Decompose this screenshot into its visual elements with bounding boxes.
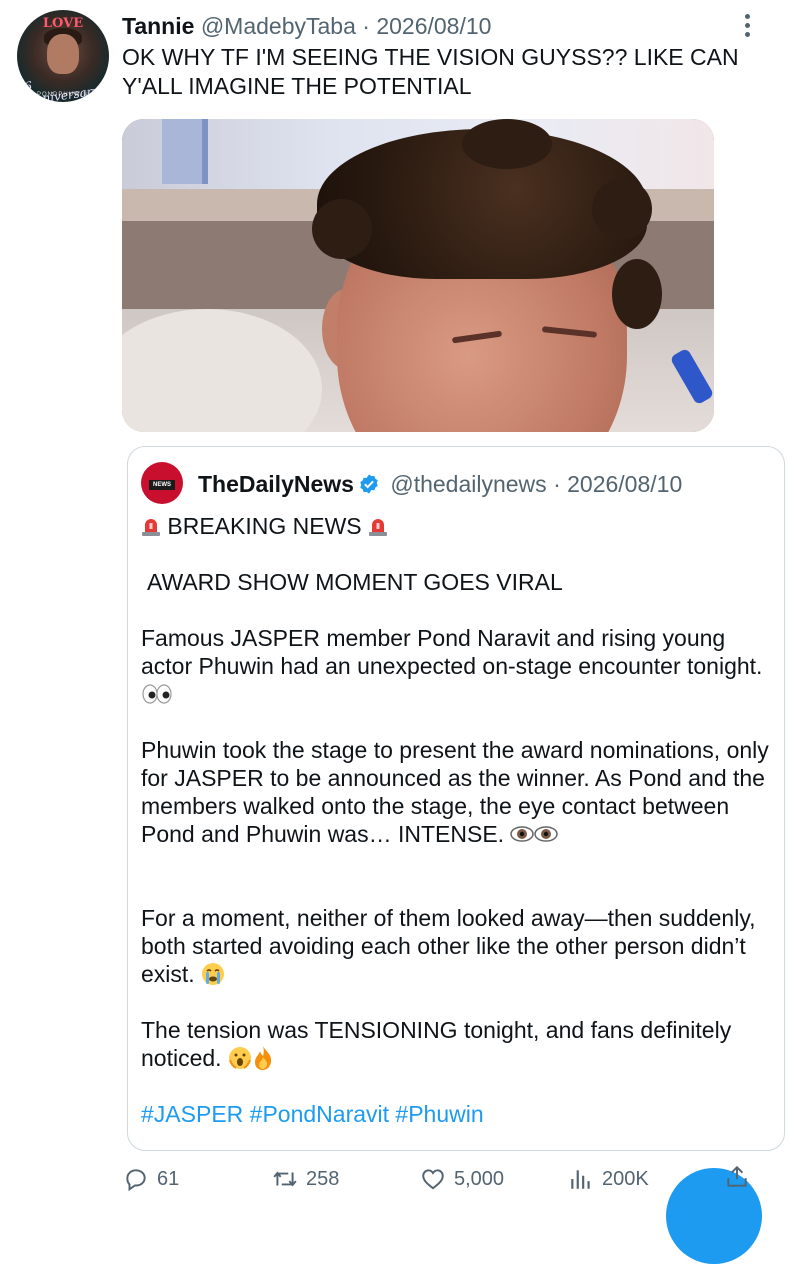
paragraph-4: The tension was TENSIONING tonight, and …: [141, 1016, 771, 1072]
quoted-user-avatar[interactable]: NEWS: [141, 462, 183, 504]
more-icon[interactable]: [740, 14, 754, 40]
tweet-text: OK WHY TF I'M SEEING THE VISION GUYSS?? …: [122, 44, 739, 99]
breaking-text: BREAKING NEWS: [167, 513, 362, 539]
share-icon: [727, 1165, 747, 1187]
paragraph-3-text: For a moment, neither of them looked awa…: [141, 905, 756, 987]
reply-icon: [126, 1169, 146, 1192]
action-bar: 61 258 5,000 200K: [0, 1166, 789, 1196]
quoted-handle[interactable]: @thedailynews: [390, 471, 546, 497]
verified-icon: [360, 474, 378, 494]
paragraph-1-text: Famous JASPER member Pond Naravit and ri…: [141, 625, 763, 679]
reply-count: 61: [157, 1167, 180, 1190]
shocked-face-icon: [228, 1047, 251, 1069]
quoted-date[interactable]: 2026/08/10: [567, 471, 682, 497]
hashtags[interactable]: #JASPER #PondNaravit #Phuwin: [141, 1100, 771, 1128]
separator: ·: [362, 13, 370, 39]
eyes-icon: [142, 684, 172, 704]
retweet-icon: [273, 1171, 297, 1187]
reply-button[interactable]: 61: [123, 1166, 179, 1192]
paragraph-3: For a moment, neither of them looked awa…: [141, 904, 771, 988]
views-icon: [571, 1170, 590, 1189]
headline: AWARD SHOW MOMENT GOES VIRAL: [147, 569, 563, 595]
quoted-avatar-text: NEWS: [149, 480, 175, 490]
compose-tweet-button[interactable]: [666, 1165, 762, 1264]
user-avatar[interactable]: LOVE 6 Anniversary PONDPHUWIN: [17, 10, 109, 102]
views-count: 200K: [602, 1167, 649, 1190]
quoted-separator: ·: [553, 471, 561, 497]
fire-icon: [254, 1046, 272, 1070]
like-count: 5,000: [454, 1167, 505, 1190]
paragraph-2: Phuwin took the stage to present the awa…: [141, 736, 771, 848]
paragraph-2-text: Phuwin took the stage to present the awa…: [141, 737, 769, 847]
handle[interactable]: @MadebyTaba: [201, 13, 356, 39]
siren-icon: [142, 519, 160, 536]
eye-icon: [510, 826, 559, 842]
retweet-button[interactable]: 258: [272, 1166, 339, 1192]
breaking-line: BREAKING NEWS: [141, 512, 771, 540]
tweet-header: Tannie @MadebyTaba · 2026/08/10: [122, 13, 491, 40]
avatar-bottom-text: PONDPHUWIN: [37, 92, 89, 98]
retweet-count: 258: [306, 1167, 340, 1190]
quoted-tweet-header: TheDailyNews @thedailynews · 2026/08/10: [198, 471, 682, 498]
tweet-media-image[interactable]: [122, 119, 714, 432]
crying-face-icon: [202, 963, 225, 985]
views-button[interactable]: 200K: [568, 1166, 649, 1192]
siren-icon: [369, 519, 388, 536]
like-button[interactable]: 5,000: [420, 1166, 504, 1192]
paragraph-1: Famous JASPER member Pond Naravit and ri…: [141, 624, 771, 708]
display-name[interactable]: Tannie: [122, 13, 194, 39]
like-icon: [422, 1169, 444, 1190]
tweet-date[interactable]: 2026/08/10: [376, 13, 491, 39]
quoted-display-name[interactable]: TheDailyNews: [198, 471, 354, 497]
